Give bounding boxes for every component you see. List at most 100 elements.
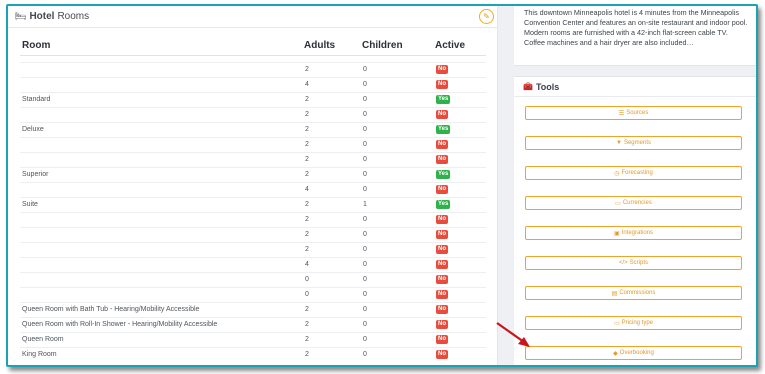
- adults-count: 2: [305, 156, 309, 163]
- table-row[interactable]: 2 0 No: [20, 212, 486, 227]
- children-count: 0: [363, 141, 367, 148]
- table-row[interactable]: King Room 2 0 No: [20, 347, 486, 362]
- active-status: No: [436, 140, 448, 149]
- tool-button-label: Commissions: [619, 290, 656, 296]
- table-row[interactable]: Queen Room 2 0 No: [20, 332, 486, 347]
- active-status: No: [436, 185, 448, 194]
- tool-button-commissions[interactable]: ▤ Commissions: [525, 286, 742, 300]
- active-status: No: [436, 275, 448, 284]
- active-status: No: [436, 110, 448, 119]
- active-status: Yes: [436, 200, 451, 209]
- tool-button-label: Segments: [623, 140, 651, 146]
- active-badge: No: [436, 110, 448, 119]
- edit-button[interactable]: ✎: [479, 9, 494, 24]
- tool-button-scripts[interactable]: </> Scripts: [525, 256, 742, 270]
- active-badge: Yes: [436, 95, 451, 104]
- table-row[interactable]: 4 0 No: [20, 257, 486, 272]
- children-count: 0: [363, 261, 367, 268]
- active-status: No: [436, 80, 448, 89]
- room-name: King Room: [22, 351, 57, 358]
- tool-button-segments[interactable]: ▼ Segments: [525, 136, 742, 150]
- children-count: 0: [363, 171, 367, 178]
- adults-count: 2: [305, 336, 309, 343]
- room-name: Suite: [22, 201, 38, 208]
- table-row[interactable]: Superior 2 0 Yes: [20, 167, 486, 182]
- adults-count: 2: [305, 321, 309, 328]
- card-icon: ▭: [613, 320, 620, 327]
- sliders-icon: ☰: [618, 110, 625, 117]
- bed-icon: 🛏: [15, 11, 27, 21]
- active-badge: No: [436, 350, 448, 359]
- tool-button-overbooking[interactable]: ◆ Overbooking: [525, 346, 742, 360]
- adults-count: 2: [305, 96, 309, 103]
- filter-icon: ▼: [616, 140, 622, 146]
- tools-panel: 🧰 Tools ☰ Sources ▼ Segments ◷ Forecasting ▭ Cu…: [514, 76, 756, 365]
- tool-button-integrations[interactable]: ▣ Integrations: [525, 226, 742, 240]
- active-status: No: [436, 260, 448, 269]
- column-header-children: Children: [362, 40, 403, 51]
- children-count: 0: [363, 276, 367, 283]
- children-count: 0: [363, 306, 367, 313]
- adults-count: 0: [305, 276, 309, 283]
- active-badge: No: [436, 275, 448, 284]
- children-count: 0: [363, 111, 367, 118]
- tool-button-forecasting[interactable]: ◷ Forecasting: [525, 166, 742, 180]
- children-count: 0: [363, 216, 367, 223]
- tool-button-currencies[interactable]: ▭ Currencies: [525, 196, 742, 210]
- room-name: Queen Room with Bath Tub - Hearing/Mobil…: [22, 306, 200, 313]
- table-row[interactable]: Standard 2 0 Yes: [20, 92, 486, 107]
- money-icon: ▭: [615, 200, 621, 207]
- children-count: 0: [363, 156, 367, 163]
- toolbox-icon: 🧰: [523, 82, 533, 91]
- table-row[interactable]: Queen Room with Roll-In Shower - Hearing…: [20, 317, 486, 332]
- adults-count: 4: [305, 261, 309, 268]
- hotel-description: This downtown Minneapolis hotel is 4 min…: [514, 6, 756, 66]
- adults-count: 4: [305, 81, 309, 88]
- active-status: No: [436, 320, 448, 329]
- adults-count: 0: [305, 291, 309, 298]
- table-row[interactable]: 2 0 No: [20, 152, 486, 167]
- children-count: 0: [363, 231, 367, 238]
- table-row[interactable]: 0 0 No: [20, 272, 486, 287]
- column-header-active: Active: [435, 40, 466, 51]
- active-badge: Yes: [436, 200, 451, 209]
- children-count: 0: [363, 291, 367, 298]
- active-status: No: [436, 335, 448, 344]
- adults-count: 4: [305, 186, 309, 193]
- table-row[interactable]: 2 0 No: [20, 242, 486, 257]
- active-badge: No: [436, 230, 448, 239]
- tool-button-label: Forecasting: [621, 170, 653, 176]
- children-count: 0: [363, 66, 367, 73]
- column-header-adults: Adults: [304, 40, 336, 51]
- table-row[interactable]: 4 0 No: [20, 182, 486, 197]
- children-count: 0: [363, 336, 367, 343]
- room-name: Queen Room: [22, 336, 64, 343]
- active-status: No: [436, 290, 448, 299]
- table-row[interactable]: 2 0 No: [20, 107, 486, 122]
- table-row[interactable]: 4 0 No: [20, 77, 486, 92]
- active-badge: No: [436, 80, 448, 89]
- hotel-rooms-panel: 🛏 Hotel Rooms ✎ Room Adults Children Acti…: [8, 6, 498, 365]
- adults-count: 2: [305, 111, 309, 118]
- receipt-icon: ▤: [611, 290, 618, 297]
- table-row[interactable]: Suite 2 1 Yes: [20, 197, 486, 212]
- room-name: Standard: [22, 96, 51, 103]
- column-header-room: Room: [22, 40, 51, 51]
- active-badge: No: [436, 65, 448, 74]
- adults-count: 2: [305, 141, 309, 148]
- table-row[interactable]: Deluxe 2 0 Yes: [20, 122, 486, 137]
- bell-icon: ◆: [613, 350, 618, 357]
- tool-button-sources[interactable]: ☰ Sources: [525, 106, 742, 120]
- children-count: 0: [363, 246, 367, 253]
- table-row[interactable]: 2 0 No: [20, 62, 486, 77]
- table-row[interactable]: Queen Room with Bath Tub - Hearing/Mobil…: [20, 302, 486, 317]
- tool-button-label: Integrations: [621, 230, 654, 236]
- table-row[interactable]: 2 0 No: [20, 227, 486, 242]
- active-badge: Yes: [436, 170, 451, 179]
- tool-button-label: Currencies: [622, 200, 652, 206]
- tool-button-pricing-type[interactable]: ▭ Pricing type: [525, 316, 742, 330]
- adults-count: 2: [305, 306, 309, 313]
- table-row[interactable]: 2 0 No: [20, 137, 486, 152]
- adults-count: 2: [305, 246, 309, 253]
- table-row[interactable]: 0 0 No: [20, 287, 486, 302]
